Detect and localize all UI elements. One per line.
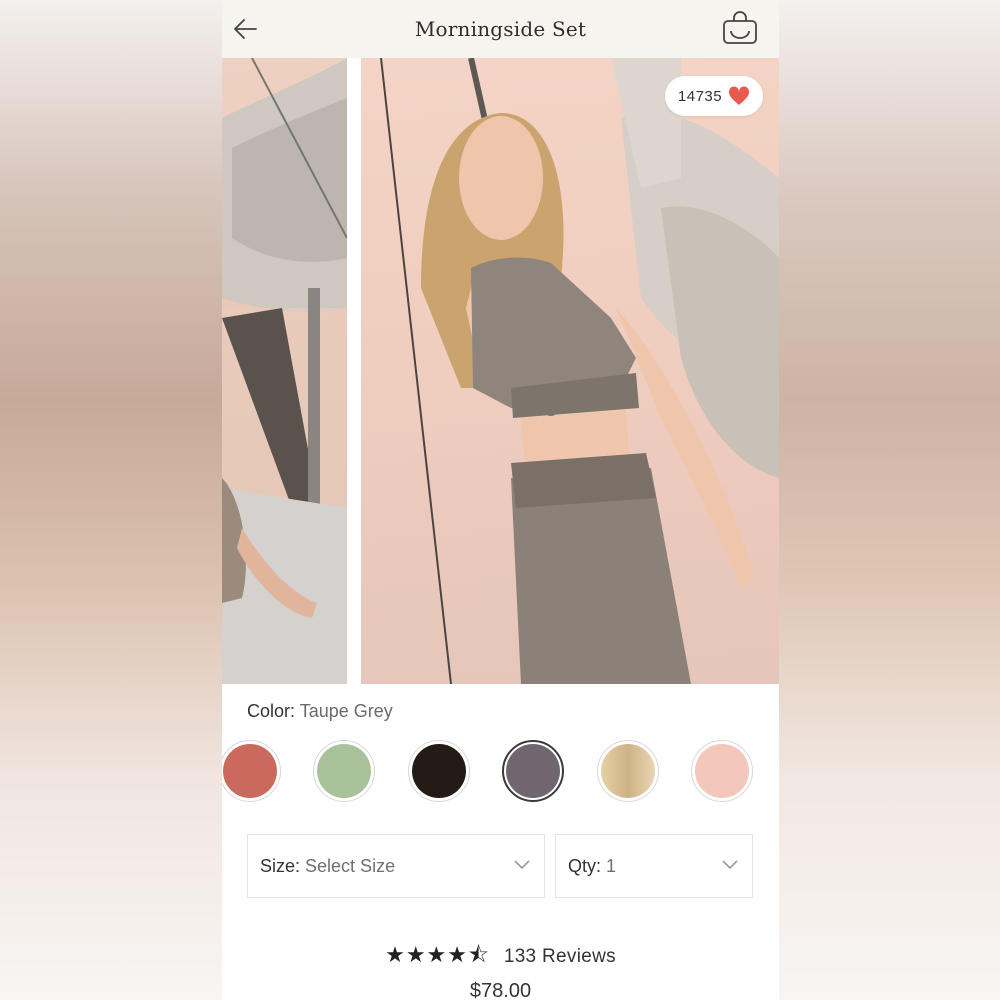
chevron-down-icon [722,860,738,870]
color-value: Taupe Grey [299,701,393,721]
likes-button[interactable]: 14735 [665,76,763,116]
sailboat-photo-illustration [222,58,347,684]
page-title: Morningside Set [414,17,587,41]
background-blur-left [0,0,222,1000]
color-selection-label: Color: Taupe Grey [247,701,393,722]
size-select[interactable]: Size: Select Size [247,834,545,898]
size-value: Select Size [305,855,396,876]
color-label: Color: [247,701,296,721]
color-swatch-list [222,740,779,804]
swatch-black[interactable] [408,740,470,802]
swatch-sage[interactable] [313,740,375,802]
product-gallery[interactable]: 14735 [222,58,779,684]
reviews-link[interactable]: 133 Reviews [504,946,616,968]
swatch-taupe-grey[interactable] [502,740,564,802]
size-label: Size: [260,855,301,876]
swatch-sand[interactable] [597,740,659,802]
back-arrow-icon [234,19,257,39]
qty-label: Qty: [568,855,602,876]
chevron-down-icon [514,860,530,870]
heart-icon [729,86,750,105]
shopping-bag-button[interactable] [721,9,759,47]
likes-count: 14735 [677,87,723,105]
background-blur-right [779,0,1000,1000]
rating-summary: ★★★★⯪ 133 Reviews [222,938,779,976]
product-photo-previous[interactable] [222,58,347,684]
quantity-select[interactable]: Qty: 1 [555,834,753,898]
swatch-terracotta[interactable] [222,740,281,802]
product-screen: Morningside Set 14735 Color: Taupe Grey … [222,0,779,1000]
product-photo-main[interactable]: 14735 [361,58,779,684]
qty-value: 1 [606,855,617,876]
star-rating: ★★★★⯪ [385,943,490,968]
top-bar: Morningside Set [222,0,779,58]
swatch-blush[interactable] [691,740,753,802]
shopping-bag-icon [723,11,757,44]
model-photo-illustration [380,58,779,684]
product-price: $78.00 [469,980,532,1000]
back-button[interactable] [232,14,260,44]
